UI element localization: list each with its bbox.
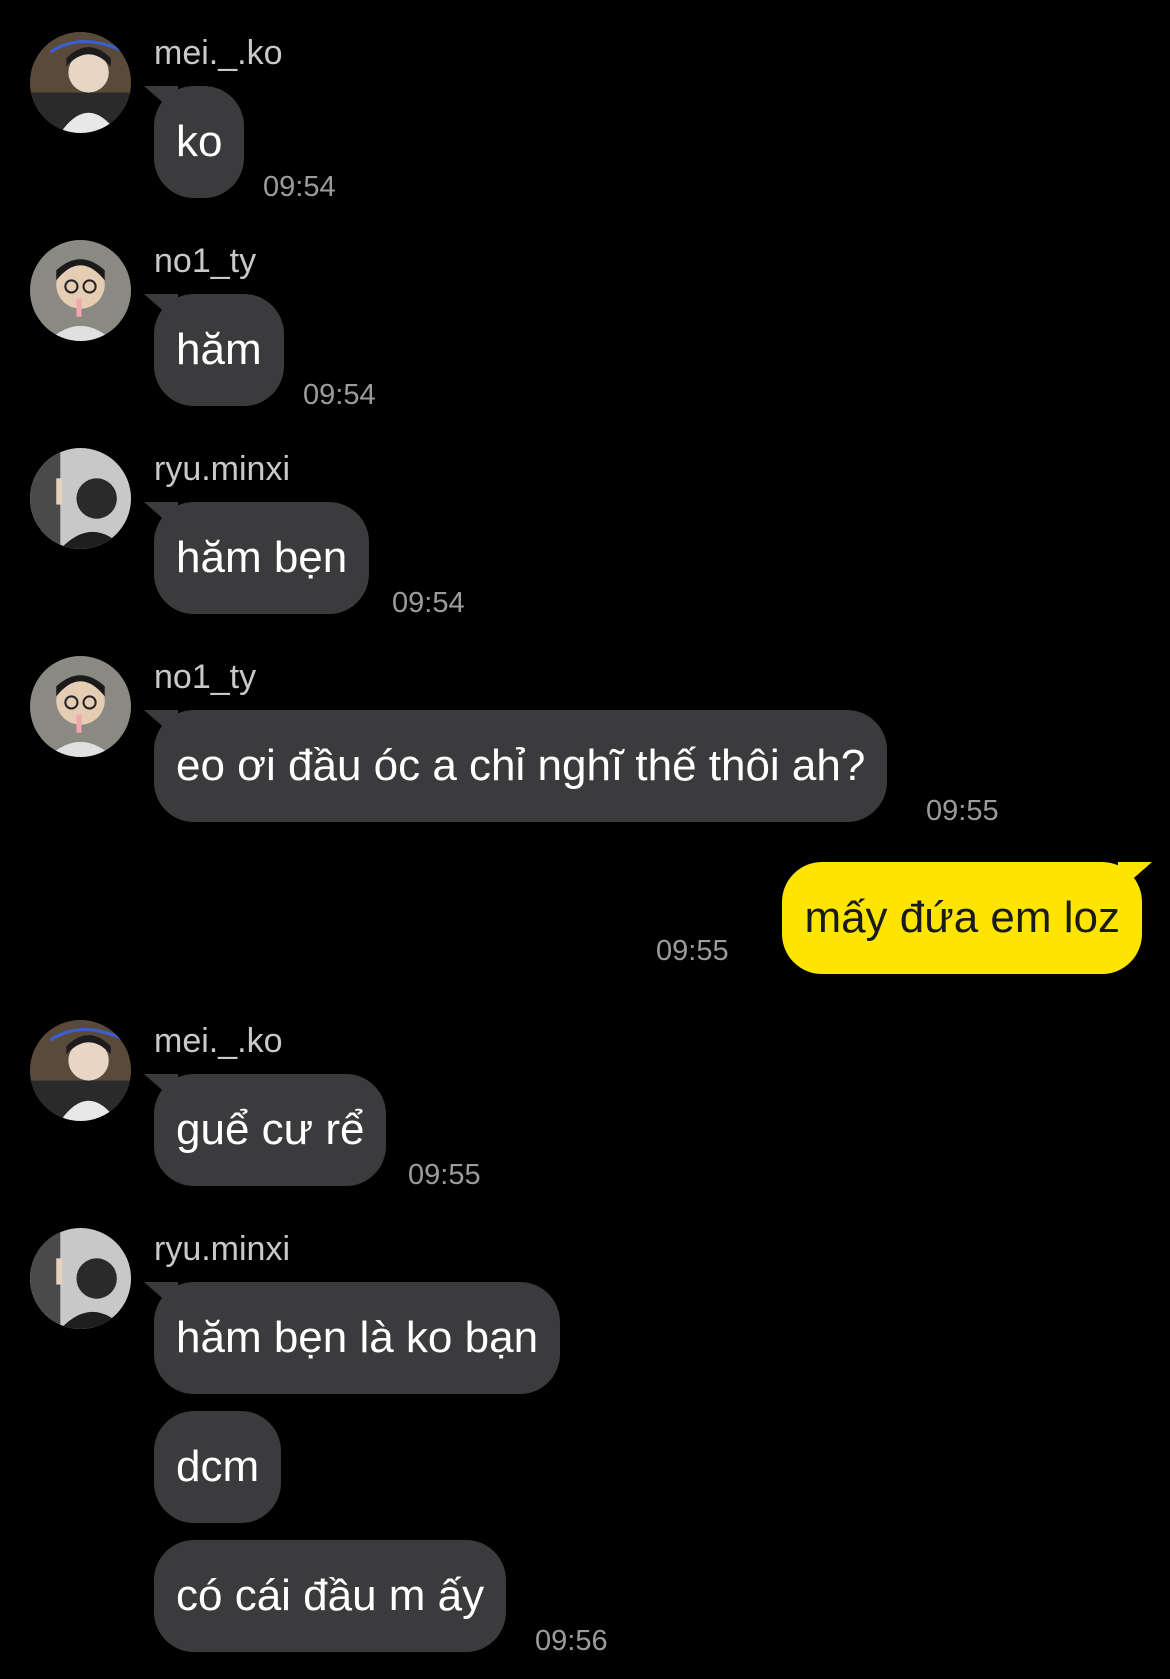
avatar-mei[interactable] (30, 1020, 131, 1121)
message-time: 09:55 (656, 935, 729, 967)
sender-name: mei._.ko (154, 34, 283, 72)
sender-name: mei._.ko (154, 1022, 283, 1060)
message-bubble[interactable]: có cái đầu m ấy (154, 1540, 507, 1652)
message-bubble[interactable]: hăm bẹn (154, 502, 370, 614)
sender-name: no1_ty (154, 242, 257, 280)
message-bubble[interactable]: dcm (154, 1411, 282, 1523)
message-time: 09:55 (408, 1159, 481, 1191)
sender-name: ryu.minxi (154, 450, 291, 488)
message-bubble[interactable]: hăm bẹn là ko bạn (154, 1282, 561, 1394)
avatar-mei[interactable] (30, 32, 131, 133)
message-bubble[interactable]: ko (154, 86, 245, 198)
message-time: 09:55 (926, 795, 999, 827)
message-time: 09:54 (263, 171, 336, 203)
outgoing-message-bubble[interactable]: mấy đứa em loz (782, 862, 1142, 974)
sender-name: no1_ty (154, 658, 257, 696)
message-bubble[interactable]: eo ơi đầu óc a chỉ nghĩ thế thôi ah? (154, 710, 888, 822)
chat-thread: mei._.ko ko 09:54 no1_ty hăm 09:54 ryu.m… (0, 0, 1170, 1679)
avatar-no1[interactable] (30, 656, 131, 757)
message-bubble[interactable]: guể cư rể (154, 1074, 387, 1186)
message-time: 09:54 (392, 587, 465, 619)
avatar-no1[interactable] (30, 240, 131, 341)
sender-name: ryu.minxi (154, 1230, 291, 1268)
message-time: 09:56 (535, 1625, 608, 1657)
avatar-ryu[interactable] (30, 1228, 131, 1329)
message-bubble[interactable]: hăm (154, 294, 284, 406)
message-time: 09:54 (303, 379, 376, 411)
avatar-ryu[interactable] (30, 448, 131, 549)
